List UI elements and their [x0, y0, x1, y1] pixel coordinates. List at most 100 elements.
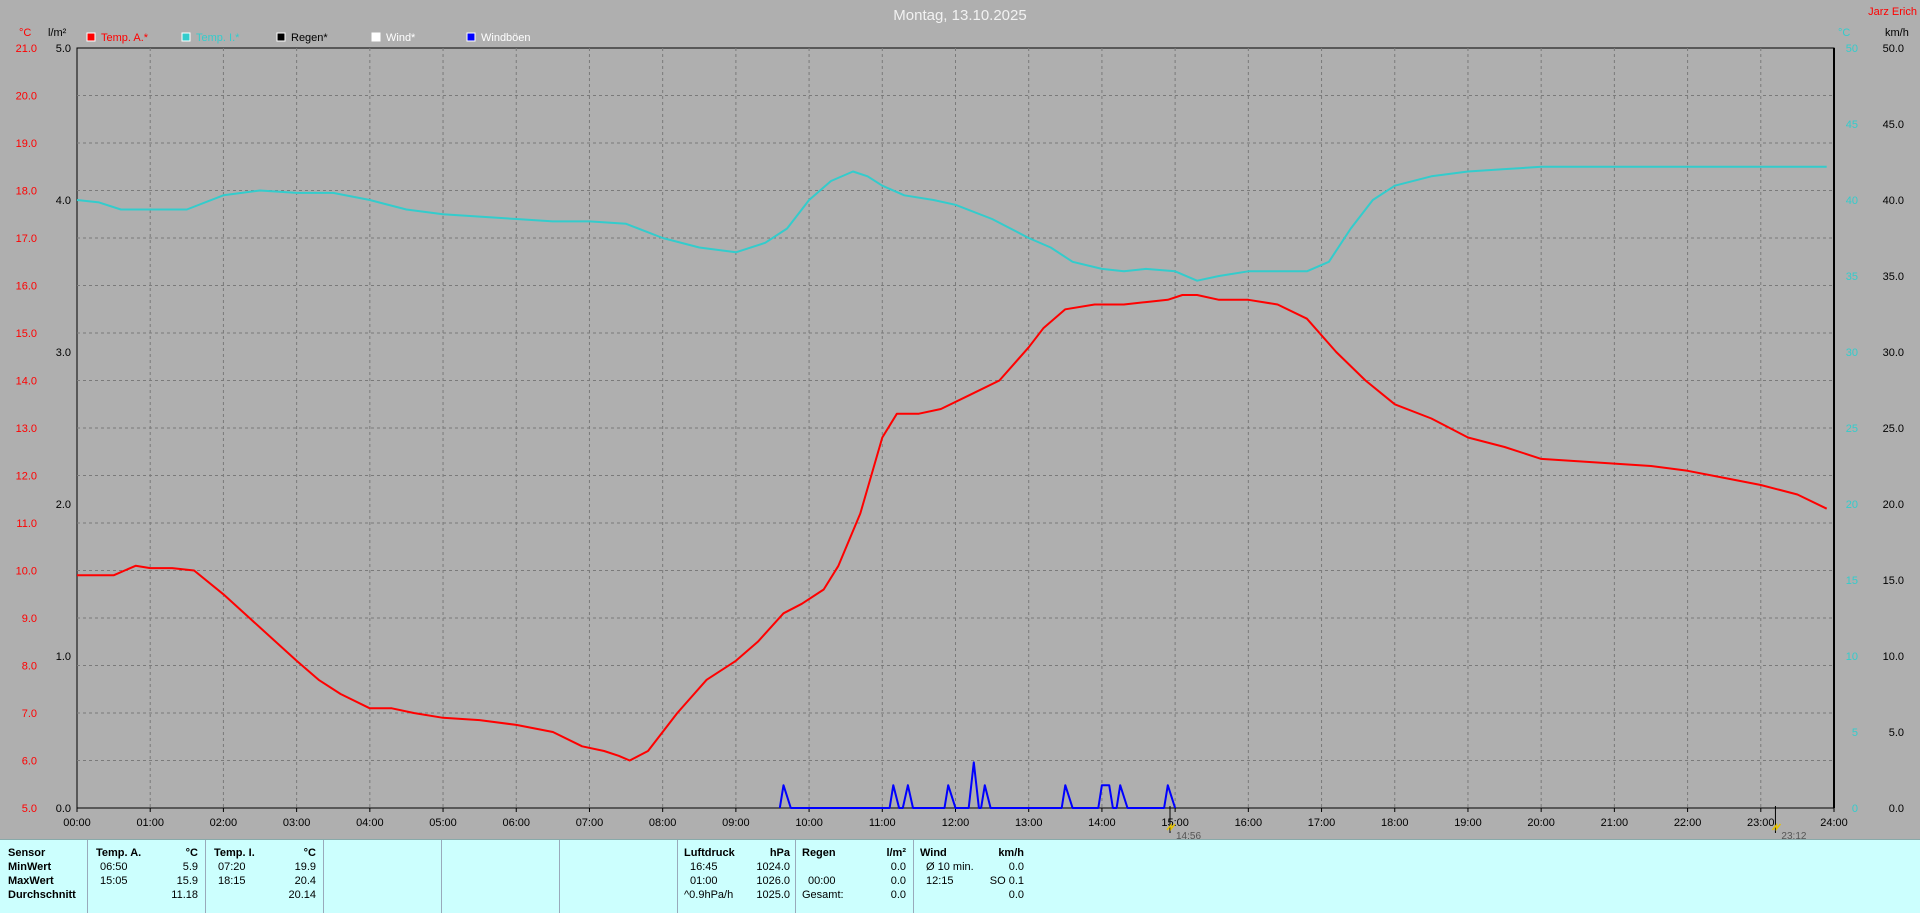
rain-tick-label: 2.0: [56, 499, 71, 511]
temp-a-max-time: 15:05: [100, 875, 128, 887]
rain-tick-label: 0.0: [56, 803, 71, 815]
pressure-max: 1026.0: [756, 875, 790, 887]
stats-col-pressure: Luftdruck hPa 16:45 1024.0 01:00 1026.0 …: [677, 840, 796, 913]
inner-temp-tick-label: 35: [1846, 271, 1858, 283]
rain-r3-label: Gesamt:: [802, 889, 844, 901]
rain-tick-label: 3.0: [56, 347, 71, 359]
row-label-max: MaxWert: [8, 875, 54, 887]
legend: Temp. A.* Temp. I.* Regen* Wind* Windböe…: [86, 32, 531, 44]
wind-unit: km/h: [998, 847, 1024, 859]
x-tick-label: 08:00: [649, 817, 677, 829]
wind-r2-value: SO 0.1: [989, 875, 1024, 887]
temp-tick-label: 6.0: [22, 756, 37, 768]
x-tick-label: 18:00: [1381, 817, 1409, 829]
x-tick-label: 15:00: [1161, 817, 1189, 829]
inner-temp-tick-label: 10: [1846, 651, 1858, 663]
x-tick-label: 05:00: [429, 817, 457, 829]
x-tick-label: 23:00: [1747, 817, 1775, 829]
legend-label: Temp. I.*: [196, 32, 240, 44]
inner-temp-tick-label: 50: [1846, 43, 1858, 55]
wind-r3-value: 0.0: [1008, 889, 1024, 901]
x-tick-label: 09:00: [722, 817, 750, 829]
rain-r2-label: 00:00: [808, 875, 836, 887]
x-tick-label: 17:00: [1308, 817, 1336, 829]
legend-item-gusts: Windböen: [466, 32, 531, 44]
legend-swatch: [276, 32, 286, 42]
x-tick-label: 13:00: [1015, 817, 1043, 829]
rain-r3-value: 0.0: [890, 889, 906, 901]
row-label-sensor: Sensor: [8, 847, 46, 859]
wind-tick-label: 5.0: [1889, 727, 1904, 739]
temp-a-min: 5.9: [182, 861, 198, 873]
wind-title: Wind: [920, 847, 947, 859]
inner-temp-tick-label: 40: [1846, 195, 1858, 207]
temp-tick-label: 5.0: [22, 803, 37, 815]
wind-tick-label: 50.0: [1883, 43, 1904, 55]
pressure-min-time: 16:45: [690, 861, 718, 873]
wind-tick-label: 45.0: [1883, 119, 1904, 131]
row-label-avg: Durchschnitt: [8, 889, 76, 901]
inner-temp-tick-label: 20: [1846, 499, 1858, 511]
legend-item-wind: Wind*: [371, 32, 416, 44]
legend-item-temp-a: Temp. A.*: [86, 32, 149, 44]
x-tick-label: 14:00: [1088, 817, 1116, 829]
temp-tick-label: 19.0: [16, 138, 37, 150]
wind-tick-label: 10.0: [1883, 651, 1904, 663]
temp-i-max-time: 18:15: [218, 875, 246, 887]
temp-tick-label: 15.0: [16, 328, 37, 340]
temp-tick-label: 18.0: [16, 186, 37, 198]
temp-tick-label: 7.0: [22, 708, 37, 720]
wind-tick-label: 35.0: [1883, 271, 1904, 283]
rain-title: Regen: [802, 847, 836, 859]
pressure-unit: hPa: [769, 847, 790, 859]
stats-col-temp-a: Temp. A. °C 06:50 5.9 15:05 15.9 11.18: [87, 840, 206, 913]
temp-tick-label: 20.0: [16, 91, 37, 103]
wind-tick-label: 25.0: [1883, 423, 1904, 435]
x-tick-label: 06:00: [502, 817, 530, 829]
inner-temp-tick-label: 25: [1846, 423, 1858, 435]
temp-i-unit: °C: [303, 847, 316, 859]
stats-col-temp-i: Temp. I. °C 07:20 19.9 18:15 20.4 20.14: [205, 840, 324, 913]
temp-tick-label: 16.0: [16, 281, 37, 293]
pressure-avg: 1025.0: [756, 889, 790, 901]
temp-i-max: 20.4: [294, 875, 316, 887]
station-name: Jarz Erich: [1868, 6, 1917, 18]
chart-title: Montag, 13.10.2025: [893, 7, 1026, 24]
x-tick-label: 16:00: [1235, 817, 1263, 829]
temp-i-min: 19.9: [294, 861, 316, 873]
x-tick-label: 11:00: [869, 817, 896, 829]
legend-swatch: [371, 32, 381, 42]
temp-a-min-time: 06:50: [100, 861, 128, 873]
stats-col-empty-1: [323, 840, 442, 913]
wind-tick-label: 0.0: [1889, 803, 1904, 815]
wind-tick-label: 20.0: [1883, 499, 1904, 511]
chart: 5.0 6.0 7.0 8.0 9.0 10.0 11.0 12.0 13.0 14.0 15.0 1…: [16, 6, 1917, 839]
temp-tick-label: 13.0: [16, 423, 37, 435]
temp-i-min-time: 07:20: [218, 861, 246, 873]
stats-col-rain: Regen l/m² 0.0 00:00 0.0 Gesamt: 0.0: [795, 840, 914, 913]
rain-r1-value: 0.0: [890, 861, 906, 873]
rain-tick-label: 1.0: [56, 651, 71, 663]
x-tick-label: 07:00: [576, 817, 604, 829]
x-tick-label: 20:00: [1527, 817, 1555, 829]
wind-tick-label: 30.0: [1883, 347, 1904, 359]
legend-swatch: [86, 32, 96, 42]
temp-tick-label: 8.0: [22, 661, 37, 673]
x-tick-label: 00:00: [63, 817, 91, 829]
inner-temp-tick-label: 45: [1846, 119, 1858, 131]
x-tick-label: 10:00: [795, 817, 823, 829]
temp-a-unit: °C: [185, 847, 198, 859]
temp-tick-label: 9.0: [22, 613, 37, 625]
wind-r1-value: 0.0: [1008, 861, 1024, 873]
temp-tick-label: 17.0: [16, 233, 37, 245]
pressure-max-time: 01:00: [690, 875, 718, 887]
wind-axis-unit: km/h: [1885, 27, 1909, 39]
legend-swatch: [181, 32, 191, 42]
x-tick-label: 12:00: [942, 817, 970, 829]
x-tick-label: 24:00: [1820, 817, 1848, 829]
temp-i-title: Temp. I.: [214, 847, 255, 859]
wind-tick-label: 15.0: [1883, 575, 1904, 587]
rain-tick-label: 5.0: [56, 43, 71, 55]
wind-r2-label: 12:15: [926, 875, 954, 887]
inner-temp-tick-label: 15: [1846, 575, 1858, 587]
